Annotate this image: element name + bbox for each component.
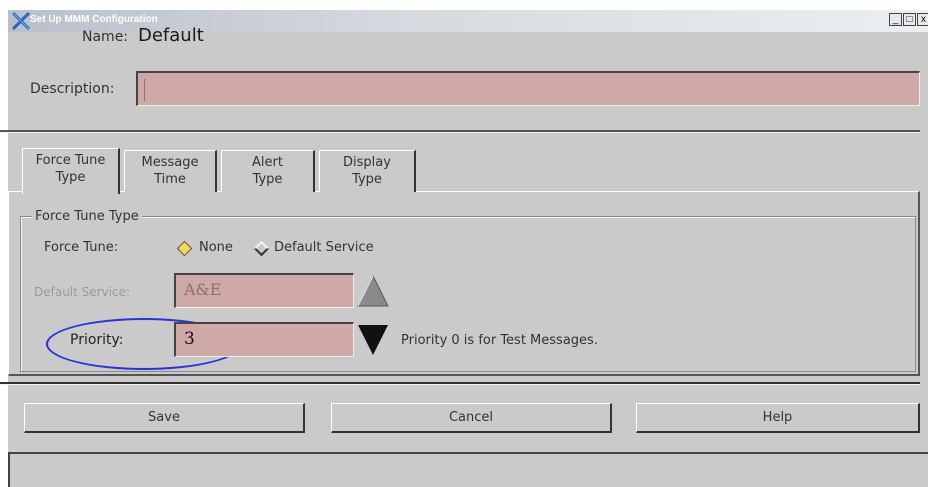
tab-label-line2: Type: [352, 172, 382, 187]
button-separator-highlight: [0, 384, 920, 385]
priority-field[interactable]: 3: [174, 322, 354, 357]
radio-default-service-label[interactable]: Default Service: [274, 240, 374, 255]
tab-alert-type[interactable]: Alert Type: [221, 150, 315, 192]
window-title: Set Up MMM Configuration: [30, 14, 158, 25]
default-service-label: Default Service:: [34, 285, 131, 299]
cancel-button[interactable]: Cancel: [331, 403, 612, 433]
minimize-button[interactable]: _: [889, 13, 902, 26]
default-service-value: A&E: [184, 280, 222, 299]
tab-label-line1: Alert: [252, 155, 283, 170]
close-button[interactable]: x: [917, 13, 928, 26]
force-tune-label: Force Tune:: [44, 240, 119, 255]
maximize-button[interactable]: □: [903, 13, 916, 26]
header-divider-highlight: [0, 132, 920, 133]
description-input[interactable]: [136, 71, 920, 106]
window-controls: _ □ x: [888, 13, 928, 26]
name-label: Name:: [82, 29, 129, 45]
default-service-field[interactable]: A&E: [174, 273, 354, 308]
tab-label-line2: Time: [154, 172, 186, 187]
priority-label: Priority:: [70, 332, 124, 348]
tab-label-line1: Display: [343, 155, 391, 170]
tab-display-type[interactable]: Display Type: [319, 150, 416, 192]
triangle-down-icon[interactable]: [356, 322, 390, 358]
status-bar: [8, 452, 928, 487]
text-caret: [144, 79, 145, 101]
group-title: Force Tune Type: [32, 209, 142, 224]
tab-label-line1: Message: [141, 155, 199, 170]
tab-force-tune-type[interactable]: Force Tune Type: [22, 148, 120, 194]
tab-label-line2: Type: [55, 170, 86, 185]
x-logo-icon: [12, 12, 30, 30]
tab-label-line1: Force Tune: [35, 153, 106, 168]
radio-none-label[interactable]: None: [199, 240, 233, 255]
tab-label-line2: Type: [252, 172, 283, 187]
priority-note: Priority 0 is for Test Messages.: [401, 333, 598, 348]
description-label: Description:: [30, 81, 115, 97]
triangle-up-icon[interactable]: [356, 273, 390, 309]
priority-value: 3: [184, 329, 195, 349]
name-value: Default: [138, 25, 204, 46]
help-button[interactable]: Help: [636, 403, 920, 433]
save-button[interactable]: Save: [24, 403, 305, 433]
tab-message-time[interactable]: Message Time: [124, 150, 217, 192]
